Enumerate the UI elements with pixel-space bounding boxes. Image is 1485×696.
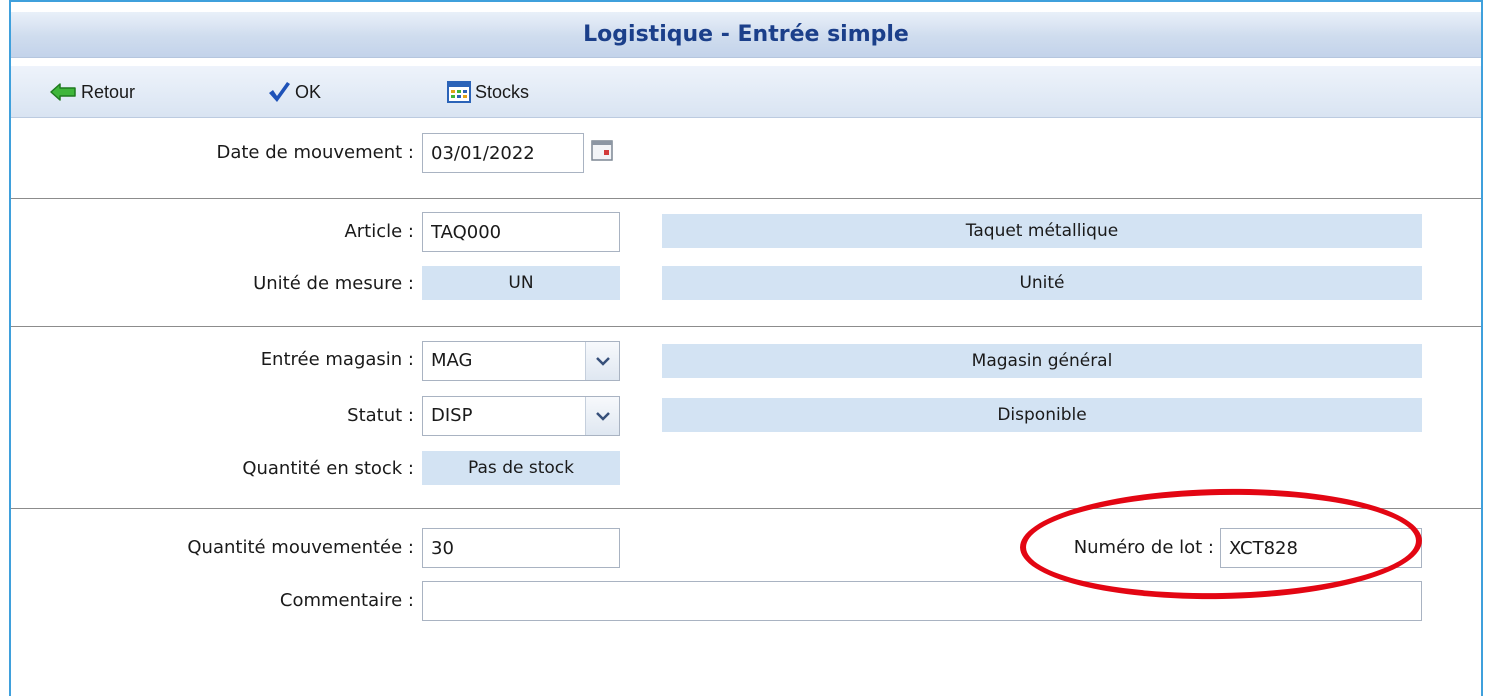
- arrow-left-icon: [50, 83, 76, 101]
- back-button[interactable]: Retour: [49, 66, 135, 118]
- status-description: Disponible: [662, 398, 1422, 432]
- status-select-value: DISP: [431, 405, 473, 426]
- back-button-label: Retour: [81, 81, 136, 102]
- section-divider: [11, 198, 1481, 199]
- checkmark-icon: [269, 82, 290, 102]
- window-title: Logistique - Entrée simple: [583, 22, 909, 47]
- lot-number-input[interactable]: [1220, 528, 1422, 568]
- store-select[interactable]: MAG: [422, 341, 620, 381]
- stock-quantity-label: Quantité en stock :: [242, 458, 414, 479]
- article-label: Article :: [344, 221, 414, 242]
- comment-label: Commentaire :: [279, 590, 414, 611]
- ok-button-label: OK: [295, 81, 322, 102]
- stocks-button[interactable]: Stocks: [447, 66, 529, 118]
- stock-quantity-value: Pas de stock: [422, 451, 620, 485]
- chevron-down-icon[interactable]: [585, 342, 619, 380]
- section-divider: [11, 326, 1481, 327]
- article-input[interactable]: [422, 212, 620, 252]
- grid-table-icon: [447, 81, 471, 103]
- stocks-button-label: Stocks: [475, 81, 530, 102]
- title-bar: Logistique - Entrée simple: [11, 12, 1481, 58]
- toolbar: Retour OK Stocks: [11, 66, 1481, 118]
- ok-button[interactable]: OK: [267, 66, 321, 118]
- chevron-down-icon[interactable]: [585, 397, 619, 435]
- status-label: Statut :: [347, 405, 414, 426]
- calendar-icon[interactable]: [590, 138, 616, 164]
- unit-description: Unité: [662, 266, 1422, 300]
- date-input[interactable]: [422, 133, 584, 173]
- store-description: Magasin général: [662, 344, 1422, 378]
- unit-code: UN: [422, 266, 620, 300]
- moved-quantity-input[interactable]: [422, 528, 620, 568]
- store-label: Entrée magasin :: [260, 349, 414, 370]
- status-select[interactable]: DISP: [422, 396, 620, 436]
- section-divider: [11, 508, 1481, 509]
- comment-input[interactable]: [422, 581, 1422, 621]
- lot-number-label: Numéro de lot :: [1073, 537, 1214, 558]
- date-label: Date de mouvement :: [216, 142, 414, 163]
- unit-label: Unité de mesure :: [253, 273, 414, 294]
- store-select-value: MAG: [431, 350, 473, 371]
- article-description: Taquet métallique: [662, 214, 1422, 248]
- moved-quantity-label: Quantité mouvementée :: [187, 537, 414, 558]
